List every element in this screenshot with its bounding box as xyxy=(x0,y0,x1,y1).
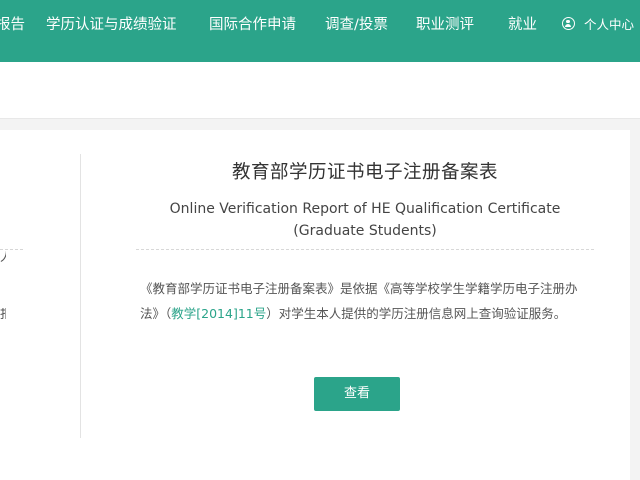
nav-item-international-cooperation[interactable]: 国际合作申请 xyxy=(209,15,296,35)
right-gutter xyxy=(630,130,640,480)
page: 报告 学历认证与成绩验证 国际合作申请 调查/投票 职业测评 就业 个人中心 人… xyxy=(0,0,640,480)
top-nav-bar: 报告 学历认证与成绩验证 国际合作申请 调查/投票 职业测评 就业 个人中心 xyxy=(0,0,640,62)
sidebar-item-stub[interactable]: 报 xyxy=(0,308,6,322)
report-subtitle: Online Verification Report of HE Qualifi… xyxy=(150,198,580,242)
sub-header-strip xyxy=(0,62,640,119)
view-button[interactable]: 查看 xyxy=(314,377,400,411)
report-subtitle-line: Online Verification Report of HE Qualifi… xyxy=(169,201,561,217)
report-title: 教育部学历证书电子注册备案表 xyxy=(231,162,498,183)
nav-item-career-assessment[interactable]: 职业测评 xyxy=(416,15,474,35)
regulation-link[interactable]: 教学[2014]11号 xyxy=(171,306,266,321)
nav-item-survey-vote[interactable]: 调查/投票 xyxy=(325,15,388,35)
content-divider-line xyxy=(136,249,594,250)
nav-item-degree-verification[interactable]: 学历认证与成绩验证 xyxy=(46,15,177,35)
sidebar-separator xyxy=(80,154,81,438)
user-circle-icon[interactable] xyxy=(562,17,575,30)
report-subtitle-line: (Graduate Students) xyxy=(293,223,437,239)
nav-item-personal-center[interactable]: 个人中心 xyxy=(584,15,634,35)
nav-item-report[interactable]: 报告 xyxy=(0,15,25,35)
content-card: 人 报 教育部学历证书电子注册备案表 Online Verification R… xyxy=(0,130,640,480)
sidebar-item-stub[interactable]: 人 xyxy=(0,251,6,265)
description-text: ）对学生本人提供的学历注册信息网上查询验证服务。 xyxy=(266,306,567,321)
nav-item-employment[interactable]: 就业 xyxy=(508,15,537,35)
sidebar-divider-line xyxy=(0,249,23,250)
report-description: 《教育部学历证书电子注册备案表》是依据《高等学校学生学籍学历电子注册办法》（教学… xyxy=(140,276,592,326)
